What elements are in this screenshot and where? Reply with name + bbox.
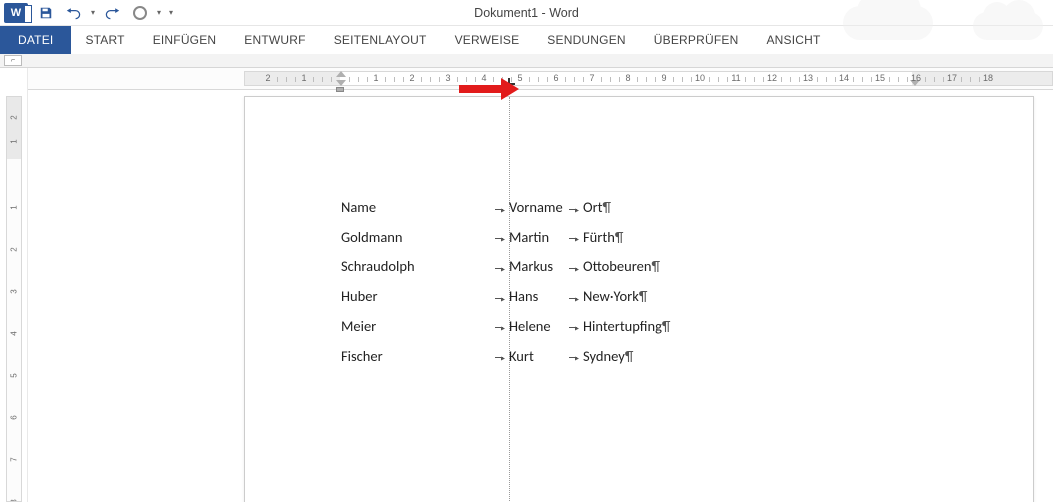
hruler-tick: 8 [625, 73, 630, 83]
vruler-tick: 1 [10, 135, 19, 149]
pilcrow-icon: ¶ [625, 347, 634, 365]
pilcrow-icon: ¶ [603, 198, 612, 216]
text-line[interactable]: Schraudolph Markus Ottobeuren¶ [341, 252, 973, 282]
hruler-tick: 12 [767, 73, 777, 83]
cell-name: Meier [341, 312, 441, 342]
document-body[interactable]: NameVornameOrt¶GoldmannMartinFürth¶Schra… [341, 193, 973, 371]
hruler-tick: 2 [265, 73, 270, 83]
first-line-indent-marker[interactable] [336, 71, 346, 77]
touch-mode-button[interactable] [126, 0, 154, 26]
horizontal-ruler[interactable]: 21123456789101112131415161718 [28, 68, 1053, 90]
text-line[interactable]: Name Vorname Ort¶ [341, 193, 973, 223]
cell-name: Name [341, 193, 441, 223]
cell-name: Goldmann [341, 223, 441, 253]
text-line[interactable]: Huber Hans New·York¶ [341, 282, 973, 312]
redo-button[interactable] [98, 0, 126, 26]
pilcrow-icon: ¶ [662, 317, 671, 335]
word-app-icon: W [4, 3, 28, 23]
cell-vorname: Helene [509, 312, 565, 342]
text-line[interactable]: Fischer Kurt Sydney¶ [341, 342, 973, 372]
hruler-tick: 1 [301, 73, 306, 83]
text-line[interactable]: Meier Helene Hintertupfing¶ [341, 312, 973, 342]
ribbon-tab-insert[interactable]: EINFÜGEN [139, 26, 231, 54]
ribbon-tab-file[interactable]: DATEI [0, 26, 71, 54]
vruler-tick: 8 [10, 495, 19, 502]
undo-button[interactable] [60, 0, 88, 26]
pilcrow-icon: ¶ [615, 228, 624, 246]
cell-vorname: Kurt [509, 342, 565, 372]
pilcrow-icon: ¶ [639, 287, 648, 305]
ribbon-tab-references[interactable]: VERWEISE [441, 26, 534, 54]
ruler-strip: ⌐ [0, 54, 1053, 68]
hruler-tick: 6 [553, 73, 558, 83]
quick-access-toolbar: W ▾ ▾ ▾ Dokument1 - Word [0, 0, 1053, 26]
window-title: Dokument1 - Word [474, 6, 579, 20]
workspace: 2 1 1 2 3 4 5 6 7 8 211234567891011121 [0, 68, 1053, 502]
hruler-tick: 10 [695, 73, 705, 83]
hruler-tick: 3 [445, 73, 450, 83]
cell-ort: Sydney [583, 347, 625, 365]
cell-ort: Ort [583, 198, 603, 216]
cell-name: Huber [341, 282, 441, 312]
hruler-tick: 13 [803, 73, 813, 83]
document-page[interactable]: NameVornameOrt¶GoldmannMartinFürth¶Schra… [244, 96, 1034, 502]
ribbon-tab-review[interactable]: ÜBERPRÜFEN [640, 26, 753, 54]
touch-mode-dropdown[interactable]: ▾ [154, 0, 164, 26]
hruler-tick: 2 [409, 73, 414, 83]
hruler-tick: 11 [731, 73, 740, 83]
pilcrow-icon: ¶ [651, 257, 660, 275]
cell-vorname: Martin [509, 223, 565, 253]
vruler-tick: 2 [10, 243, 19, 257]
vruler-tick: 7 [10, 453, 19, 467]
undo-dropdown[interactable]: ▾ [88, 0, 98, 26]
vruler-tick: 1 [10, 201, 19, 215]
vruler-tick: 6 [10, 411, 19, 425]
hruler-tick: 15 [875, 73, 885, 83]
ribbon-tab-design[interactable]: ENTWURF [230, 26, 319, 54]
ribbon-tab-layout[interactable]: SEITENLAYOUT [320, 26, 441, 54]
ribbon-tabs: DATEI START EINFÜGEN ENTWURF SEITENLAYOU… [0, 26, 1053, 54]
hruler-tick: 4 [481, 73, 486, 83]
hruler-tick: 18 [983, 73, 993, 83]
hruler-tick: 14 [839, 73, 849, 83]
vruler-tick: 4 [10, 327, 19, 341]
hruler-tick: 17 [947, 73, 957, 83]
ribbon-tab-mailings[interactable]: SENDUNGEN [533, 26, 639, 54]
tab-type-selector[interactable]: ⌐ [4, 55, 22, 66]
hruler-tick: 9 [661, 73, 666, 83]
save-button[interactable] [32, 0, 60, 26]
cell-ort: New·York [583, 287, 639, 305]
left-indent-marker[interactable] [336, 87, 344, 92]
vertical-ruler[interactable]: 2 1 1 2 3 4 5 6 7 8 [6, 96, 22, 502]
hruler-tick: 16 [911, 73, 921, 83]
cell-ort: Ottobeuren [583, 257, 651, 275]
page-area[interactable]: NameVornameOrt¶GoldmannMartinFürth¶Schra… [28, 96, 1053, 502]
hanging-indent-marker[interactable] [336, 80, 346, 86]
text-line[interactable]: Goldmann Martin Fürth¶ [341, 223, 973, 253]
cell-name: Schraudolph [341, 252, 461, 282]
cell-vorname: Hans [509, 282, 565, 312]
cell-ort: Fürth [583, 228, 615, 246]
hruler-tick: 7 [589, 73, 594, 83]
hruler-tick: 5 [517, 73, 522, 83]
vruler-tick: 3 [10, 285, 19, 299]
qat-customize-dropdown[interactable]: ▾ [164, 0, 178, 26]
cell-vorname: Markus [509, 252, 565, 282]
ribbon-tab-view[interactable]: ANSICHT [752, 26, 834, 54]
cell-vorname: Vorname [509, 193, 565, 223]
cell-ort: Hintertupfing [583, 317, 662, 335]
cell-name: Fischer [341, 342, 441, 372]
hruler-tick: 1 [373, 73, 378, 83]
vruler-tick: 5 [10, 369, 19, 383]
ribbon-tab-start[interactable]: START [71, 26, 138, 54]
vertical-ruler-column: 2 1 1 2 3 4 5 6 7 8 [0, 68, 28, 502]
vruler-tick: 2 [10, 111, 19, 125]
